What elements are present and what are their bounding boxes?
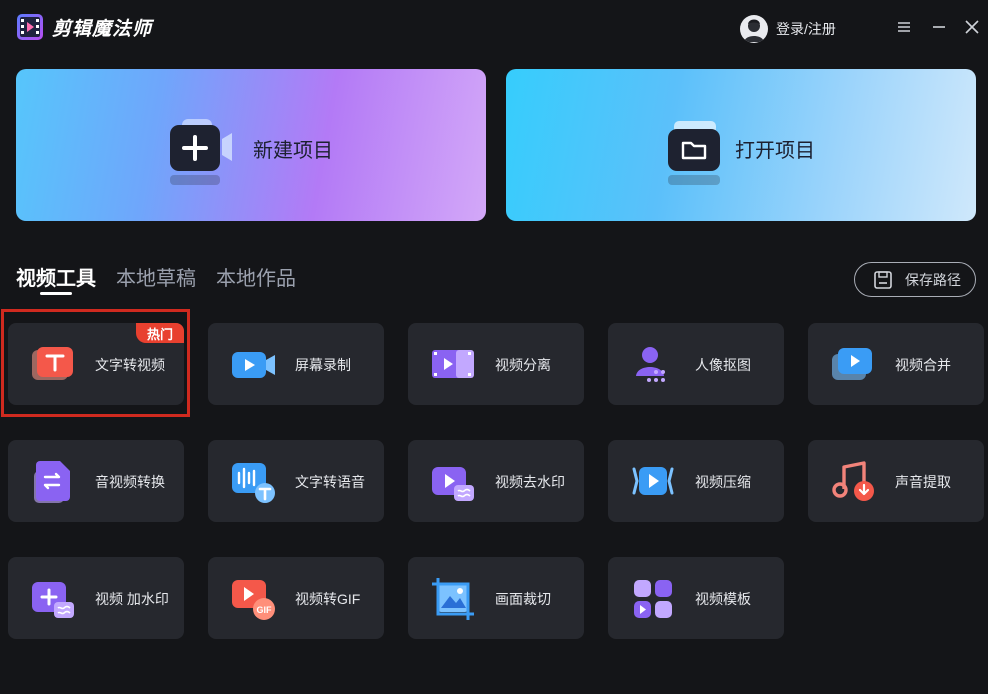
tool-text-to-video[interactable]: 文字转视频 热门 [8,323,184,405]
text-to-video-icon [32,347,73,380]
tool-video-merge[interactable]: 视频合并 [808,323,984,405]
save-icon [874,270,892,289]
video-template-icon [634,580,672,618]
login-label: 登录/注册 [776,21,836,37]
film-logo-icon [17,14,43,40]
add-watermark-icon [32,582,74,618]
tool-text-to-speech[interactable]: 文字转语音 [208,440,384,522]
new-project-label: 新建项目 [253,140,333,162]
tool-label: 视频压缩 [695,474,751,490]
text-to-speech-icon [232,463,275,503]
svg-text:GIF: GIF [257,605,273,615]
open-project-card[interactable]: 打开项目 [506,69,976,221]
crop-icon [432,578,474,620]
tool-add-watermark[interactable]: 视频 加水印 [8,557,184,639]
save-path-button[interactable]: 保存路径 [854,262,976,297]
tool-screen-record[interactable]: 屏幕录制 [208,323,384,405]
tab-local-works[interactable]: 本地作品 [216,262,296,294]
tool-audio-extract[interactable]: 声音提取 [808,440,984,522]
open-project-label: 打开项目 [735,140,815,162]
tool-label: 视频 加水印 [95,591,169,607]
tool-label: 文字转语音 [295,474,365,490]
tool-video-to-gif[interactable]: GIF 视频转GIF [208,557,384,639]
save-path-label: 保存路径 [905,271,961,288]
tool-video-split[interactable]: 视频分离 [408,323,584,405]
video-split-icon [432,350,474,378]
portrait-cutout-icon [636,347,665,382]
screen-record-icon [232,352,275,378]
av-convert-icon [34,461,70,503]
tool-tabs: 视频工具 本地草稿 本地作品 [16,262,316,295]
video-merge-icon [832,348,872,380]
login-register-button[interactable]: 登录/注册 [740,14,836,44]
folder-open-icon [668,121,720,185]
tool-label: 视频去水印 [495,474,565,490]
camera-plus-icon [170,119,232,185]
tool-portrait-cutout[interactable]: 人像抠图 [608,323,784,405]
minimize-icon[interactable] [928,16,950,38]
video-compress-icon [632,467,674,495]
avatar-icon [740,15,768,43]
tool-label: 屏幕录制 [295,357,351,373]
video-to-gif-icon: GIF [232,580,275,620]
tab-video-tools[interactable]: 视频工具 [16,262,96,295]
tool-label: 人像抠图 [695,357,751,373]
hot-badge: 热门 [136,323,184,343]
tool-video-template[interactable]: 视频模板 [608,557,784,639]
tool-label: 视频合并 [895,357,951,373]
tool-crop[interactable]: 画面裁切 [408,557,584,639]
tool-video-compress[interactable]: 视频压缩 [608,440,784,522]
tool-label: 音视频转换 [95,474,165,490]
tool-remove-watermark[interactable]: 视频去水印 [408,440,584,522]
tool-label: 视频模板 [695,591,751,607]
app-title: 剪辑魔法师 [52,19,153,40]
close-icon[interactable] [961,16,983,38]
audio-extract-icon [832,461,874,501]
tool-label: 画面裁切 [495,591,551,607]
new-project-card[interactable]: 新建项目 [16,69,486,221]
tool-av-convert[interactable]: 音视频转换 [8,440,184,522]
tool-label: 文字转视频 [95,357,165,373]
remove-watermark-icon [432,467,474,501]
tool-label: 声音提取 [895,474,951,490]
tool-label: 视频分离 [495,357,551,373]
tab-local-drafts[interactable]: 本地草稿 [116,262,196,294]
title-bar: 剪辑魔法师 登录/注册 [0,0,988,56]
tool-label: 视频转GIF [295,591,361,607]
menu-icon[interactable] [893,16,915,38]
